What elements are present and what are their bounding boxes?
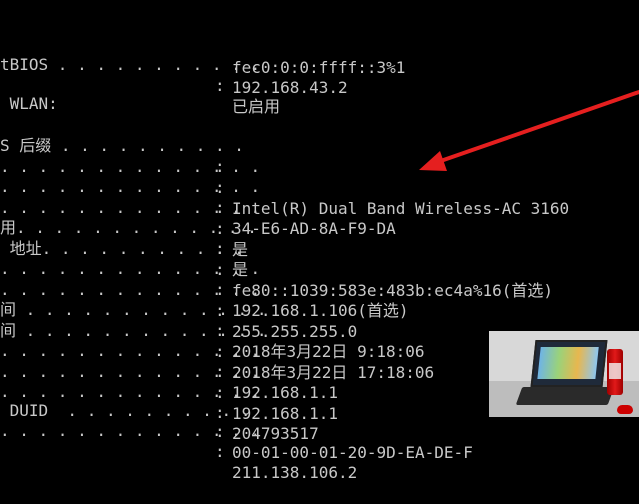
terminal-line: . . . . . . . . . . . . . . : 204793517: [0, 382, 319, 443]
terminal-line: 间 . . . . . . . . . . . . . : 2018年3月22日…: [0, 321, 435, 382]
soda-can-icon: [607, 349, 623, 395]
terminal-line: S 后缀 . . . . . . . . . . :: [0, 136, 244, 176]
terminal-line: . . . . . . . . . . . . . . : 192.168.1.…: [0, 362, 338, 423]
terminal-line: DUID . . . . . . . . . . : 00-01-00-01-2…: [0, 401, 473, 462]
terminal-line: WLAN:: [0, 94, 58, 113]
terminal-line: fec0:0:0:ffff::3%1: [232, 58, 406, 77]
laptop-base-icon: [515, 387, 615, 405]
terminal-line: tBIOS . . . . . . . . . . . : 已启用: [0, 55, 281, 116]
terminal-line: 用. . . . . . . . . . . . . : 是: [0, 218, 257, 279]
terminal-line: . . . . . . . . . . . . . . : 192.168.1.…: [0, 341, 338, 402]
terminal-line: . . . . . . . . . . . . . . : 192.168.1.…: [0, 259, 409, 320]
terminal-line: 间 . . . . . . . . . . . . . : 2018年3月22日…: [0, 300, 425, 361]
terminal-line: . . . . . . . . . . . . . . : Intel(R) D…: [0, 157, 570, 218]
laptop-photo-thumbnail: [489, 331, 639, 417]
terminal-line: 地址. . . . . . . . . . . : fe80::1039:583…: [0, 239, 553, 300]
mac-address-line: . . . . . . . . . . . . . . : 34-E6-AD-8…: [0, 177, 396, 238]
mouse-icon: [617, 405, 633, 414]
terminal-line: . . . . . . . . . . . . . . : 255.255.25…: [0, 280, 358, 341]
terminal-line: 192.168.43.2: [232, 78, 348, 97]
terminal-line: . . . . . . . . . . . . . . : 是: [0, 198, 261, 259]
laptop-screen-icon: [530, 340, 608, 387]
